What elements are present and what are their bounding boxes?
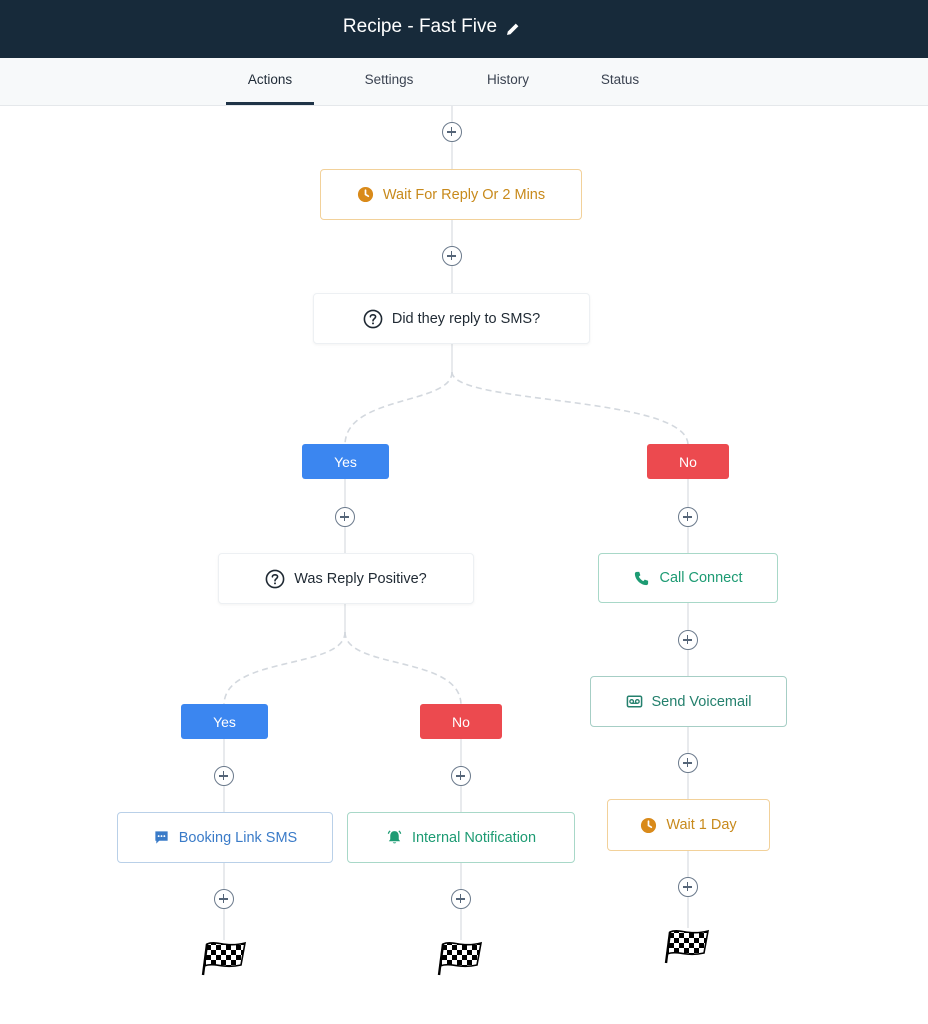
send-voicemail-step[interactable]: Send Voicemail [590, 676, 787, 727]
sub-branch-yes-button[interactable]: Yes [181, 704, 268, 739]
add-step-button[interactable] [678, 753, 698, 773]
sub-branch-no-button[interactable]: No [420, 704, 502, 739]
add-step-button[interactable] [442, 246, 462, 266]
branch-no-button[interactable]: No [647, 444, 729, 479]
add-step-button[interactable] [451, 889, 471, 909]
clock-icon [357, 186, 373, 203]
step-label: Wait 1 Day [666, 817, 737, 833]
add-step-button[interactable] [678, 507, 698, 527]
checkered-flag-icon [437, 941, 483, 976]
step-label: Internal Notification [411, 829, 537, 846]
question-icon [265, 569, 285, 588]
condition-reply-positive[interactable]: Was Reply Positive? [218, 553, 474, 604]
checkered-flag-icon [201, 941, 247, 976]
add-step-button[interactable] [442, 122, 462, 142]
wait-one-day-step[interactable]: Wait 1 Day [607, 799, 770, 851]
call-connect-step[interactable]: Call Connect [598, 553, 778, 603]
chat-icon [155, 831, 168, 844]
step-label: Booking Link SMS [178, 829, 298, 846]
add-step-button[interactable] [451, 766, 471, 786]
step-label: Call Connect [659, 570, 743, 586]
add-step-button[interactable] [678, 877, 698, 897]
condition-label: Did they reply to SMS? [391, 310, 541, 327]
step-label: Send Voicemail [651, 693, 752, 710]
add-step-button[interactable] [335, 507, 355, 527]
bell-icon [387, 830, 402, 844]
voicemail-icon [626, 695, 642, 708]
branch-yes-button[interactable]: Yes [302, 444, 389, 479]
booking-link-sms-step[interactable]: Booking Link SMS [117, 812, 333, 863]
internal-notification-step[interactable]: Internal Notification [347, 812, 575, 863]
add-step-button[interactable] [214, 889, 234, 909]
add-step-button[interactable] [214, 766, 234, 786]
question-icon [363, 309, 383, 328]
step-label: Wait For Reply Or 2 Mins [382, 186, 546, 203]
phone-icon [635, 571, 649, 585]
add-step-button[interactable] [678, 630, 698, 650]
condition-label: Was Reply Positive? [294, 570, 427, 587]
wait-for-reply-step[interactable]: Wait For Reply Or 2 Mins [320, 169, 582, 220]
workflow-connectors [223, 106, 689, 940]
checkered-flag-icon [664, 929, 710, 964]
condition-replied-sms[interactable]: Did they reply to SMS? [313, 293, 590, 344]
clock-icon [641, 817, 657, 833]
